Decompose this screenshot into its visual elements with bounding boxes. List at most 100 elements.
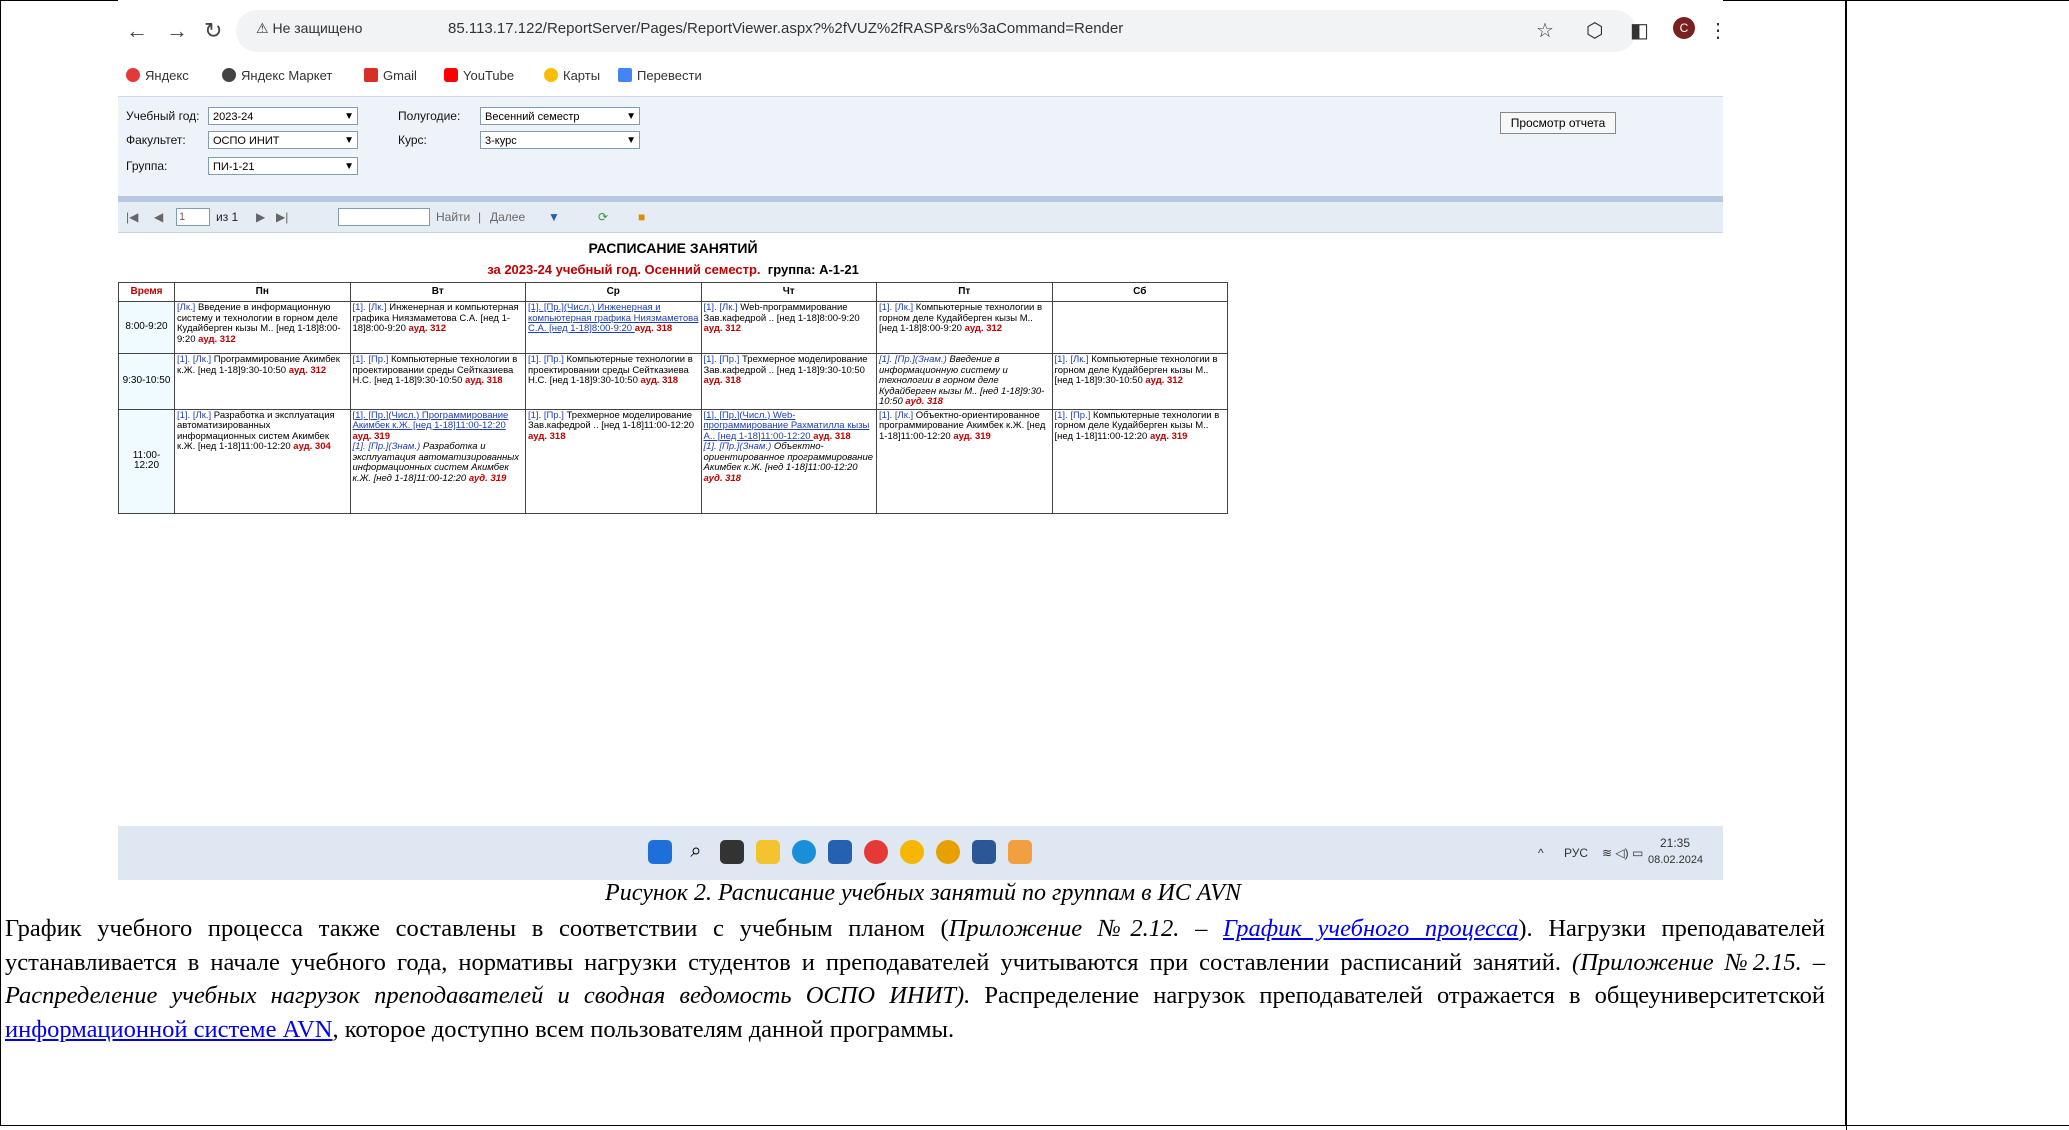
lesson-entry[interactable]: [1]. [Лк.] Инженерная и компьютерная гра… xyxy=(353,302,524,335)
clock-time[interactable]: 21:35 xyxy=(1660,836,1690,850)
year-select[interactable]: 2023-24 ▼ xyxy=(208,107,358,125)
language-indicator[interactable]: РУС xyxy=(1564,846,1588,860)
bookmark-yandex-market[interactable]: Яндекс Маркет xyxy=(222,68,332,83)
lesson-entry[interactable]: [1]. [Пр.] Компьютерные технологии в про… xyxy=(528,354,699,387)
year-label: Учебный год: xyxy=(126,109,200,123)
chevron-down-icon: ▼ xyxy=(626,111,636,122)
find-link[interactable]: Найти xyxy=(436,210,470,224)
sidepanel-icon[interactable]: ◧ xyxy=(1630,18,1649,43)
find-next-link[interactable]: Далее xyxy=(490,210,525,224)
lesson-entry[interactable]: [1]. [Лк.] Компьютерные технологии в гор… xyxy=(1055,354,1226,387)
page-number-input[interactable]: 1 xyxy=(176,208,210,226)
semester-select[interactable]: Весенний семестр ▼ xyxy=(480,107,640,125)
find-input[interactable] xyxy=(338,208,430,226)
bookmark-youtube[interactable]: YouTube xyxy=(444,68,514,83)
lesson-entry[interactable]: [1]. [Пр.](Числ.) Инженерная и компьютер… xyxy=(528,302,699,335)
schedule-link[interactable]: График учебного процесса xyxy=(1223,915,1518,942)
lesson-entry[interactable]: [1]. [Пр.] Компьютерные технологии в гор… xyxy=(1055,410,1226,443)
course-select[interactable]: 3-курс ▼ xyxy=(480,131,640,149)
refresh-icon[interactable]: ⟳ xyxy=(598,210,608,224)
bookmark-yandex[interactable]: Яндекс xyxy=(126,68,189,83)
app-icon[interactable] xyxy=(900,840,924,864)
lesson-entry[interactable]: [1]. [Пр.](Числ.) Программирование Акимб… xyxy=(353,410,524,443)
windows-start-icon[interactable] xyxy=(648,840,672,864)
schedule-cell: [1]. [Пр.] Трехмерное моделирование Зав.… xyxy=(700,353,877,410)
lesson-entry[interactable]: [1]. [Пр.] Трехмерное моделирование Зав.… xyxy=(528,410,699,443)
first-page-icon[interactable]: |◀ xyxy=(126,210,138,224)
prev-page-icon[interactable]: ◀ xyxy=(154,210,163,224)
lesson-entry[interactable]: [1]. [Лк.] Компьютерные технологии в гор… xyxy=(879,302,1050,335)
lesson-entry[interactable]: [1]. [Лк.] Разработка и эксплуатация авт… xyxy=(177,409,348,453)
schedule-cell: [1]. [Пр.] Компьютерные технологии в про… xyxy=(349,353,526,410)
lesson-room: ауд. 319 xyxy=(1149,430,1188,442)
last-page-icon[interactable]: ▶| xyxy=(276,210,288,224)
lesson-room: ауд. 318 xyxy=(905,396,943,407)
avn-link[interactable]: информационной системе AVN xyxy=(5,1016,332,1043)
edge-icon[interactable] xyxy=(792,840,816,864)
next-page-icon[interactable]: ▶ xyxy=(256,210,265,224)
semester-label: Полугодие: xyxy=(398,109,461,123)
schedule-cell: [Лк.] Введение в информационную систему … xyxy=(174,301,351,354)
paragraph-text: График учебного процесса также составлен… xyxy=(5,915,949,942)
schedule-cell: [1]. [Пр.](Числ.) Web-программирование Р… xyxy=(700,408,877,514)
clock-date[interactable]: 08.02.2024 xyxy=(1648,854,1703,866)
wifi-icon[interactable]: ≋ ◁) ▭ xyxy=(1602,846,1643,860)
store-icon[interactable] xyxy=(828,840,852,864)
course-label: Курс: xyxy=(398,133,427,147)
lesson-type: [1]. [Пр.] xyxy=(703,354,740,365)
reload-icon[interactable]: ↻ xyxy=(204,18,222,44)
schedule-cell: [1]. [Лк.] Программирование Акимбек к.Ж.… xyxy=(174,353,351,410)
lesson-entry[interactable]: [1]. [Пр.](Знам.) Введение в информацион… xyxy=(879,354,1050,408)
lesson-type: [1]. [Пр.] xyxy=(528,354,564,365)
lesson-room: ауд. 312 xyxy=(408,323,447,334)
schedule-cell: [1]. [Лк.] Компьютерные технологии в гор… xyxy=(876,301,1053,354)
bookmark-label: Яндекс Маркет xyxy=(241,68,333,83)
lesson-entry[interactable]: [1]. [Пр.] Трехмерное моделирование Зав.… xyxy=(703,354,875,387)
lesson-entry[interactable]: [1]. [Лк.] Web-программирование Зав.кафе… xyxy=(704,302,875,335)
group-value: ПИ-1-21 xyxy=(213,161,255,173)
group-select[interactable]: ПИ-1-21 ▼ xyxy=(208,157,358,175)
lesson-entry[interactable]: [1]. [Пр.](Знам.) Объектно-ориентированн… xyxy=(704,441,875,484)
chrome-icon[interactable] xyxy=(936,840,960,864)
bookmark-maps[interactable]: Карты xyxy=(544,68,600,83)
avatar[interactable]: C xyxy=(1673,17,1695,39)
word-icon[interactable] xyxy=(972,840,996,864)
yandex-browser-icon[interactable] xyxy=(864,840,888,864)
extensions-icon[interactable]: ⬡ xyxy=(1586,18,1603,43)
schedule-cell: [1]. [Пр.] Компьютерные технологии в про… xyxy=(525,353,702,410)
lesson-entry[interactable]: [1]. [Лк.] Программирование Акимбек к.Ж.… xyxy=(177,354,348,376)
lesson-type: [1]. [Лк.] xyxy=(177,409,212,421)
taskview-icon[interactable] xyxy=(720,840,744,864)
lesson-type: [1]. [Лк.] xyxy=(177,354,212,365)
menu-icon[interactable]: ⋮ xyxy=(1708,18,1723,43)
search-icon[interactable]: ⌕ xyxy=(684,840,708,864)
lesson-room: ауд. 318 xyxy=(528,430,566,442)
url-text[interactable]: 85.113.17.122/ReportServer/Pages/ReportV… xyxy=(448,20,1123,37)
bookmark-gmail[interactable]: Gmail xyxy=(364,68,417,83)
view-report-button[interactable]: Просмотр отчета xyxy=(1500,112,1616,134)
back-icon[interactable]: ← xyxy=(126,18,148,44)
forward-icon[interactable]: → xyxy=(166,18,188,44)
network-app-icon[interactable] xyxy=(1008,840,1032,864)
export-icon[interactable]: ▼ xyxy=(548,210,560,224)
faculty-select[interactable]: ОСПО ИНИТ ▼ xyxy=(208,131,358,149)
yandex-icon xyxy=(126,68,140,82)
lesson-entry[interactable]: [Лк.] Введение в информационную систему … xyxy=(177,302,348,345)
tray-chevron-icon[interactable]: ^ xyxy=(1538,846,1544,860)
lesson-entry[interactable]: [1]. [Пр.](Знам.) Разработка и эксплуата… xyxy=(353,441,524,484)
lesson-room: ауд. 312 xyxy=(1145,375,1183,386)
schedule-cell xyxy=(1051,301,1228,354)
time-slot: 9:30-10:50 xyxy=(118,353,175,410)
bookmark-translate[interactable]: Перевести xyxy=(618,68,702,83)
lesson-entry[interactable]: [1]. [Лк.] Объектно-ориентированное прог… xyxy=(879,410,1050,443)
bookmark-label: Gmail xyxy=(383,68,417,83)
time-slot: 11:00-12:20 xyxy=(118,408,175,514)
report-title: РАСПИСАНИЕ ЗАНЯТИЙ xyxy=(588,240,758,256)
security-warning[interactable]: ⚠ Не защищено xyxy=(256,20,362,37)
star-icon[interactable]: ☆ xyxy=(1536,18,1554,43)
print-icon[interactable]: ■ xyxy=(638,210,645,224)
explorer-icon[interactable] xyxy=(756,840,780,864)
lesson-entry[interactable]: [1]. [Пр.] Компьютерные технологии в про… xyxy=(353,354,524,387)
lesson-entry[interactable]: [1]. [Пр.](Числ.) Web-программирование Р… xyxy=(704,410,875,443)
lesson-type: [1]. [Пр.](Числ.) xyxy=(528,302,595,313)
